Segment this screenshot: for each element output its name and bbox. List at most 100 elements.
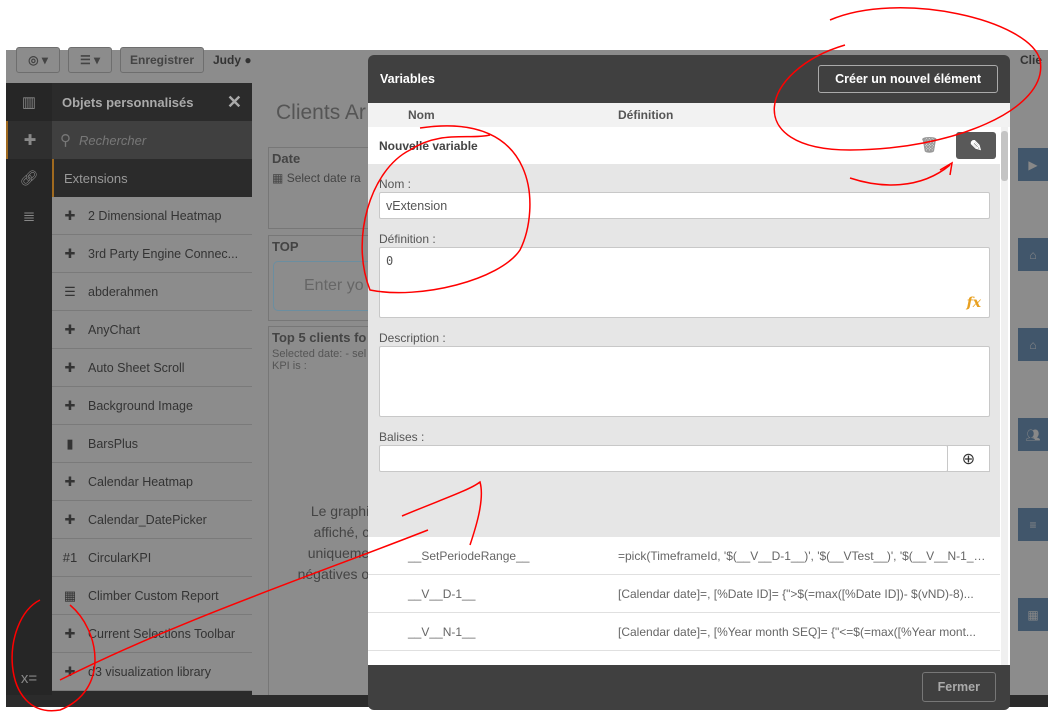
save-button[interactable]: Enregistrer	[120, 47, 204, 73]
custom-objects-panel: Objets personnalisés ✕ ⚲ Rechercher Extens…	[52, 83, 252, 695]
definition-field[interactable]: 0 fx	[379, 247, 990, 318]
create-new-button[interactable]: Créer un nouvel élément	[818, 65, 998, 93]
bars-horizontal-icon: ☰	[64, 283, 76, 299]
user-name: Judy ●	[213, 53, 252, 67]
table-row[interactable]: __V__D-1__ [Calendar date]=, [%Date ID]= …	[368, 575, 1000, 613]
puzzle-icon: ✚	[64, 245, 76, 261]
extension-item[interactable]: ✚ Current Selections Toolbar	[52, 615, 252, 653]
compass-icon: ◎ ▾	[28, 53, 48, 67]
date-object[interactable]: Date ▦ Select date ra	[268, 147, 378, 229]
variable-edit-form: Nouvelle variable 🗑︎ ✎ Nom : vExtension …	[368, 127, 1000, 537]
scrollbar[interactable]	[1001, 127, 1008, 665]
extension-label: CircularKPI	[88, 550, 152, 565]
table-row[interactable]: __SetPeriodeRange__ =pick(TimeframeId, '$…	[368, 537, 1000, 575]
variable-definition: [Calendar date]=, [%Year month SEQ]= {"<…	[618, 624, 976, 639]
list-menu-button[interactable]: ☰ ▾	[68, 47, 112, 73]
chart-message-line: Le graphiq	[310, 503, 377, 519]
variable-definition: [Calendar date]=, [%Date ID]= {">$(=max(…	[618, 586, 974, 601]
panel-title: Objets personnalisés	[62, 94, 194, 110]
plus-circle-icon: ⊕	[961, 450, 976, 468]
extension-item[interactable]: ✚ AnyChart	[52, 311, 252, 349]
list-icon: ☰ ▾	[79, 53, 101, 67]
variables-dialog: Variables Créer un nouvel élément Nom Défi…	[368, 55, 1010, 710]
definition-label: Définition :	[379, 232, 436, 246]
charts-icon[interactable]: ▥	[6, 83, 52, 121]
puzzle-icon[interactable]: ✚	[6, 121, 52, 159]
trash-icon[interactable]: 🗑︎	[920, 136, 939, 154]
users-icon[interactable]: 👥︎	[1018, 418, 1048, 451]
extension-item[interactable]: ✚ Auto Sheet Scroll	[52, 349, 252, 387]
chart-message-line: uniquemen	[307, 545, 377, 561]
extension-label: Calendar Heatmap	[88, 474, 193, 489]
calendar-icon: ▦	[272, 171, 284, 185]
chart-message-line: négatives ou	[297, 566, 377, 582]
name-field[interactable]: vExtension	[379, 192, 990, 219]
pencil-icon: ✎	[969, 137, 983, 155]
top-input[interactable]: Enter yo	[273, 261, 373, 311]
extension-item[interactable]: ✚ d3 visualization library	[52, 653, 252, 691]
column-name[interactable]: Nom	[368, 108, 618, 122]
extension-item[interactable]: ☰ abderahmen	[52, 273, 252, 311]
extension-item[interactable]: ▦ Climber Custom Report	[52, 577, 252, 615]
kpi-icon: #1	[62, 550, 78, 565]
user-status-icon: ●	[244, 53, 252, 67]
extension-label: Calendar_DatePicker	[88, 512, 207, 527]
extension-item[interactable]: ✚ Background Image	[52, 387, 252, 425]
play-icon[interactable]: ▶	[1018, 148, 1048, 181]
variable-name: __V__D-1__	[408, 586, 476, 601]
bar-chart-icon: ▮	[66, 435, 74, 451]
assets-rail: ▥ ✚ 🔗︎ ≣ x=	[6, 83, 52, 695]
puzzle-icon: ✚	[64, 397, 76, 413]
table-row[interactable]	[368, 651, 1000, 665]
puzzle-icon: ✚	[64, 663, 76, 679]
close-button[interactable]: Fermer	[921, 672, 996, 702]
extension-item[interactable]: ✚ Calendar_DatePicker	[52, 501, 252, 539]
client-tab[interactable]: Clie	[1020, 53, 1042, 67]
home-icon[interactable]: ⌂	[1018, 238, 1048, 271]
extension-label: 2 Dimensional Heatmap	[88, 208, 222, 223]
extension-label: AnyChart	[88, 322, 141, 337]
extension-item[interactable]: ▮ BarsPlus	[52, 425, 252, 463]
link-icon[interactable]: 🔗︎	[6, 159, 52, 197]
search-icon: ⚲	[60, 132, 71, 149]
puzzle-icon: ✚	[64, 207, 76, 223]
edit-button[interactable]: ✎	[956, 132, 996, 159]
table-icon[interactable]: ▦	[1018, 598, 1048, 631]
variable-name: __V__N-1__	[408, 624, 476, 639]
extension-item[interactable]: ✚ 3rd Party Engine Connec...	[52, 235, 252, 273]
fx-icon[interactable]: fx	[967, 295, 981, 311]
variable-name: __SetPeriodeRange__	[408, 548, 530, 563]
category-extensions[interactable]: Extensions	[52, 159, 252, 197]
extension-item[interactable]: ✚ Calendar Heatmap	[52, 463, 252, 501]
extension-item[interactable]: #1 CircularKPI	[52, 539, 252, 577]
puzzle-icon: ✚	[64, 321, 76, 337]
variable-definition: =pick(TimeframeId, '$(__V__D-1__)', '$(_…	[618, 548, 997, 563]
column-definition[interactable]: Définition	[618, 108, 673, 122]
home-icon[interactable]: ⌂	[1018, 328, 1048, 361]
text-icon[interactable]: ≡	[1018, 508, 1048, 541]
puzzle-icon: ✚	[64, 625, 76, 641]
navigation-button[interactable]: ◎ ▾	[16, 47, 60, 73]
name-label: Nom :	[379, 177, 412, 191]
database-icon[interactable]: ≣	[6, 197, 52, 235]
extension-label: Climber Custom Report	[88, 588, 219, 603]
table-row[interactable]: __V__N-1__ [Calendar date]=, [%Year month…	[368, 613, 1000, 651]
puzzle-icon: ✚	[64, 473, 76, 489]
tags-label: Balises :	[379, 430, 425, 444]
tags-field[interactable]	[379, 445, 948, 472]
extension-label: 3rd Party Engine Connec...	[88, 246, 239, 261]
dialog-title: Variables	[380, 72, 435, 86]
top-object: TOP Enter yo	[268, 235, 378, 321]
extension-label: Background Image	[88, 398, 193, 413]
extension-item[interactable]: ✚ 2 Dimensional Heatmap	[52, 197, 252, 235]
extension-label: abderahmen	[88, 284, 159, 299]
table-header: Nom Définition	[368, 103, 1010, 127]
search-input[interactable]: ⚲ Rechercher	[52, 121, 252, 159]
extension-label: d3 visualization library	[88, 664, 211, 679]
chart-message-line: affiché, ca	[313, 524, 377, 540]
chart-object: Top 5 clients fo Selected date: - sel KP…	[268, 326, 378, 696]
variables-icon[interactable]: x=	[6, 659, 52, 697]
description-field[interactable]	[379, 346, 990, 417]
close-icon[interactable]: ✕	[227, 92, 242, 113]
add-tag-button[interactable]: ⊕	[947, 445, 990, 472]
